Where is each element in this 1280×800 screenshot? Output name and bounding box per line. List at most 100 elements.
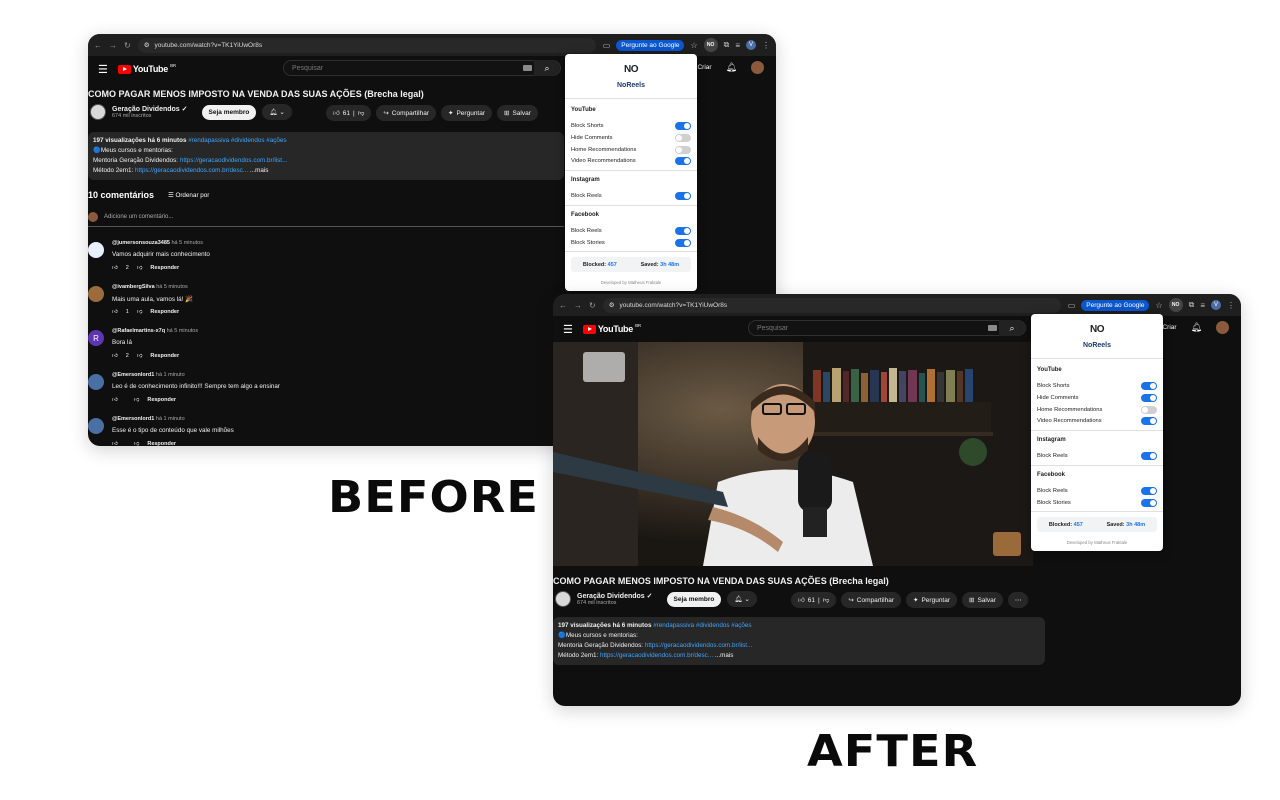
search-icon[interactable]: ⌕ (999, 320, 1025, 336)
back-icon[interactable]: ← (559, 301, 567, 310)
site-info-icon[interactable]: ⚙ (144, 41, 150, 49)
forward-icon[interactable]: → (109, 41, 117, 50)
reading-list-icon[interactable]: ≡ (1200, 301, 1205, 310)
thumbs-down-icon[interactable]: 👎︎ (137, 265, 143, 271)
toggle-switch[interactable] (1141, 382, 1157, 390)
mentoria-link[interactable]: https://geracaodividendos.com.br/list... (645, 642, 752, 649)
toggle-switch[interactable] (675, 227, 691, 235)
menu-kebab-icon[interactable]: ⋮ (1227, 301, 1235, 310)
comment-author[interactable]: @Emersonlord1 há 1 minuto (112, 372, 185, 378)
reading-list-icon[interactable]: ≡ (735, 41, 740, 50)
toggle-switch[interactable] (1141, 452, 1157, 460)
toggle-switch[interactable] (1141, 499, 1157, 507)
channel-name[interactable]: Geração Dividendos ✓ (577, 592, 653, 600)
noreels-extension-icon[interactable]: NO (1168, 298, 1183, 312)
notifications-bell-icon[interactable]: 🔔︎ (1191, 322, 1202, 333)
reload-icon[interactable]: ↻ (589, 301, 596, 310)
youtube-logo[interactable]: YouTube BR (117, 63, 176, 74)
back-icon[interactable]: ← (94, 41, 102, 50)
toggle-switch[interactable] (1141, 487, 1157, 495)
toggle-switch[interactable] (675, 192, 691, 200)
more-actions-button[interactable]: ⋯ (1007, 592, 1029, 608)
toggle-switch[interactable] (675, 146, 691, 154)
account-avatar[interactable] (1216, 321, 1229, 334)
video-description[interactable]: 197 visualizações há 6 minutos #rendapas… (88, 132, 564, 180)
search-input[interactable]: Pesquisar ⌕ (748, 320, 1026, 336)
thumbs-down-icon[interactable]: 👎︎ (137, 353, 143, 359)
noreels-extension-icon[interactable]: NO (703, 38, 718, 52)
thumbs-down-icon[interactable]: 👎︎ (134, 397, 140, 403)
toggle-switch[interactable] (1141, 417, 1157, 425)
metodo-link[interactable]: https://geracaodividendos.com.br/desc... (600, 652, 713, 659)
join-button[interactable]: Seja membro (201, 104, 257, 120)
commenter-avatar[interactable] (88, 418, 104, 434)
thumbs-up-icon[interactable]: 👍︎ (112, 441, 118, 446)
bookmark-star-icon[interactable]: ☆ (690, 41, 697, 50)
search-input[interactable]: Pesquisar ⌕ (283, 60, 561, 76)
reply-button[interactable]: Responder (147, 441, 176, 446)
comment-author[interactable]: @ivambergSilva há 5 minutos (112, 284, 188, 290)
metodo-link[interactable]: https://geracaodividendos.com.br/desc... (135, 167, 248, 174)
channel-avatar[interactable] (555, 591, 571, 607)
reply-button[interactable]: Responder (150, 353, 179, 359)
reply-button[interactable]: Responder (147, 397, 176, 403)
commenter-avatar[interactable]: R (88, 330, 104, 346)
create-button[interactable]: Criar (697, 64, 711, 71)
bookmark-star-icon[interactable]: ☆ (1155, 301, 1162, 310)
reload-icon[interactable]: ↻ (124, 41, 131, 50)
show-more-link[interactable]: ...mais (250, 167, 269, 174)
forward-icon[interactable]: → (574, 301, 582, 310)
thumbs-down-icon[interactable]: 👎︎ (137, 309, 143, 315)
keyboard-icon[interactable] (523, 65, 532, 71)
video-player[interactable] (553, 342, 1033, 566)
toggle-switch[interactable] (1141, 406, 1157, 414)
reply-button[interactable]: Responder (150, 265, 179, 271)
menu-hamburger-icon[interactable]: ☰ (563, 323, 573, 336)
profile-avatar[interactable]: V (1211, 300, 1221, 310)
reply-button[interactable]: Responder (150, 309, 179, 315)
save-button[interactable]: ⊞ Salvar (962, 592, 1003, 608)
thumbs-up-icon[interactable]: 👍︎ (112, 265, 118, 271)
toggle-switch[interactable] (675, 134, 691, 142)
thumbs-up-icon[interactable]: 👍︎ (112, 353, 118, 359)
channel-avatar[interactable] (90, 104, 106, 120)
menu-hamburger-icon[interactable]: ☰ (98, 63, 108, 76)
ask-google-button[interactable]: Pergunte ao Google (1081, 299, 1150, 311)
extensions-puzzle-icon[interactable]: ⧉ (724, 40, 730, 50)
menu-kebab-icon[interactable]: ⋮ (762, 41, 770, 50)
ask-button[interactable]: ✦ Perguntar (441, 105, 493, 121)
thumbs-up-icon[interactable]: 👍︎ (112, 397, 118, 403)
toggle-switch[interactable] (675, 157, 691, 165)
toggle-switch[interactable] (675, 239, 691, 247)
thumbs-down-icon[interactable]: 👎︎ (134, 441, 140, 446)
commenter-avatar[interactable] (88, 374, 104, 390)
address-bar[interactable]: ⚙ youtube.com/watch?v=TK1YiUwOr8s (137, 37, 596, 53)
show-more-link[interactable]: ...mais (715, 652, 734, 659)
video-description[interactable]: 197 visualizações há 6 minutos #rendapas… (553, 617, 1045, 665)
share-button[interactable]: ↪ Compartilhar (841, 592, 902, 608)
cast-icon[interactable]: ▭ (603, 41, 611, 50)
search-icon[interactable]: ⌕ (534, 60, 560, 76)
join-button[interactable]: Seja membro (666, 591, 722, 607)
channel-name[interactable]: Geração Dividendos ✓ (112, 105, 188, 113)
subscribe-bell-button[interactable]: 🔔︎ ⌄ (727, 591, 757, 607)
comment-author[interactable]: @Emersonlord1 há 1 minuto (112, 416, 185, 422)
youtube-logo[interactable]: YouTube BR (582, 323, 641, 334)
share-button[interactable]: ↪ Compartilhar (376, 105, 437, 121)
commenter-avatar[interactable] (88, 242, 104, 258)
ask-google-button[interactable]: Pergunte ao Google (616, 39, 685, 51)
keyboard-icon[interactable] (988, 325, 997, 331)
profile-avatar[interactable]: V (746, 40, 756, 50)
toggle-switch[interactable] (1141, 394, 1157, 402)
comment-author[interactable]: @Rafaelmartins-x7q há 5 minutos (112, 328, 198, 334)
comment-author[interactable]: @jumersonsouza3485 há 5 minutos (112, 240, 203, 246)
extensions-puzzle-icon[interactable]: ⧉ (1189, 300, 1195, 310)
subscribe-bell-button[interactable]: 🔔︎ ⌄ (262, 104, 292, 120)
cast-icon[interactable]: ▭ (1068, 301, 1076, 310)
address-bar[interactable]: ⚙ youtube.com/watch?v=TK1YiUwOr8s (602, 297, 1061, 313)
like-button[interactable]: 👍︎ 61 | 👎︎ (326, 105, 372, 121)
like-button[interactable]: 👍︎ 61 | 👎︎ (791, 592, 837, 608)
notifications-bell-icon[interactable]: 🔔︎ (726, 62, 737, 73)
site-info-icon[interactable]: ⚙ (609, 301, 615, 309)
sort-button[interactable]: ☰ Ordenar por (168, 192, 209, 199)
